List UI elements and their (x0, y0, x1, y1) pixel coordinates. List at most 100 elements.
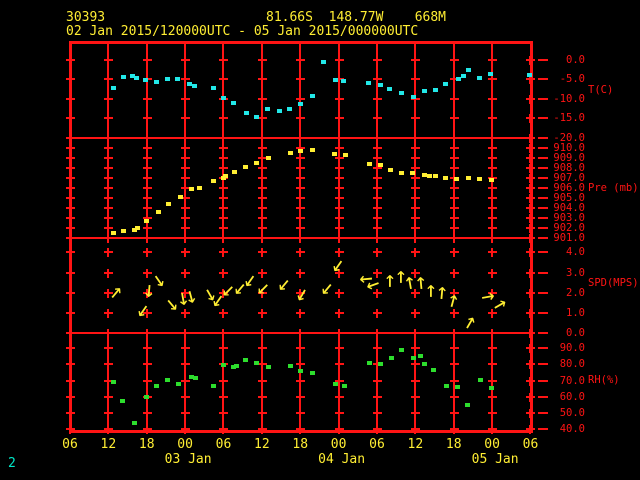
tick-mark (375, 248, 378, 258)
tick-mark (260, 376, 263, 386)
data-point-temperature (432, 87, 438, 92)
tick-mark (375, 143, 378, 153)
data-point-pressure (210, 178, 216, 183)
tick-mark (107, 329, 110, 339)
data-point-pressure (309, 147, 315, 152)
tick-mark (414, 114, 417, 124)
tick-mark (69, 213, 71, 223)
tick-mark (491, 143, 494, 153)
tick-mark (414, 56, 417, 65)
data-point-pressure (343, 152, 349, 157)
tick-mark (222, 213, 225, 223)
data-point-pressure (488, 177, 494, 182)
x-date-label: 05 Jan (471, 452, 519, 467)
tick-mark (107, 114, 110, 124)
tick-mark (452, 193, 455, 203)
tick-mark (414, 360, 417, 370)
y-axis-label-pressure: Pre (mb) (588, 182, 639, 194)
tick-mark (69, 392, 71, 402)
tick-mark (452, 268, 455, 278)
data-point-pressure (178, 194, 183, 199)
tick-mark (107, 360, 110, 370)
station-id: 30393 (66, 10, 106, 25)
data-point-temperature (422, 89, 428, 94)
tick-mark (69, 309, 71, 319)
data-point-relative-humidity (431, 367, 437, 372)
tick-mark (222, 163, 225, 173)
tick-mark (452, 360, 455, 370)
tick-mark (107, 233, 110, 243)
tick-mark (145, 376, 148, 386)
tick-mark (184, 425, 187, 435)
tick-mark (69, 203, 71, 213)
tick-mark (145, 360, 148, 370)
x-tick-label: 12 (254, 437, 270, 452)
tick-mark (69, 173, 71, 183)
tick-mark (184, 392, 187, 402)
tick-mark (145, 163, 148, 173)
tick-mark (491, 94, 494, 104)
tick-mark (491, 248, 494, 258)
tick-mark (375, 153, 378, 163)
tick-mark (529, 153, 532, 163)
data-point-pressure (465, 175, 471, 180)
tick-mark (491, 409, 494, 419)
tick-mark (69, 193, 71, 203)
tick-mark (299, 213, 302, 223)
tick-mark (491, 344, 494, 354)
tick-mark (529, 344, 532, 354)
y-tick-label: -15.0 (553, 112, 585, 125)
tick-mark (491, 268, 494, 278)
tick-mark (222, 114, 225, 124)
tick-mark (337, 360, 340, 370)
tick-mark (337, 163, 340, 173)
tick-mark (491, 223, 494, 233)
tick-mark (337, 153, 340, 163)
station-location: 81.66S 148.77W 668M (266, 10, 447, 25)
tick-mark (491, 425, 494, 435)
tick-mark (337, 143, 340, 153)
x-tick-label: 00 (330, 437, 347, 452)
tick-mark (452, 153, 455, 163)
tick-mark (491, 193, 494, 203)
tick-mark (107, 213, 110, 223)
tick-mark (491, 183, 494, 193)
tick-mark (145, 223, 148, 233)
data-point-temperature (333, 78, 339, 83)
tick-mark (69, 183, 71, 193)
tick-mark (260, 203, 263, 213)
data-point-pressure (366, 161, 372, 166)
tick-mark (452, 213, 455, 223)
data-point-temperature (220, 95, 226, 100)
tick-mark (69, 133, 71, 143)
data-point-temperature (254, 115, 260, 120)
tick-mark (107, 183, 110, 193)
data-point-temperature (133, 76, 139, 81)
tick-mark (452, 94, 455, 104)
tick-mark (260, 233, 263, 243)
tick-mark (337, 309, 340, 319)
tick-mark (452, 233, 455, 243)
tick-mark (222, 425, 225, 435)
tick-mark (145, 183, 148, 193)
tick-mark (260, 193, 263, 203)
tick-mark (452, 392, 455, 402)
tick-mark (337, 94, 340, 104)
tick-mark (375, 223, 378, 233)
y-tick-label: 60.0 (559, 390, 585, 403)
tick-mark (452, 163, 455, 173)
tick-mark (69, 360, 71, 370)
tick-mark (299, 133, 302, 143)
tick-mark (69, 233, 71, 243)
tick-mark (69, 223, 71, 233)
data-point-pressure (453, 176, 459, 181)
data-point-relative-humidity (389, 356, 395, 361)
tick-mark (299, 114, 302, 124)
tick-mark (299, 233, 302, 243)
tick-mark (145, 173, 148, 183)
tick-mark (491, 309, 494, 319)
y-tick-label: 40.0 (559, 423, 585, 436)
data-point-relative-humidity (399, 348, 405, 353)
data-point-temperature (341, 79, 347, 84)
data-point-pressure (242, 164, 248, 169)
